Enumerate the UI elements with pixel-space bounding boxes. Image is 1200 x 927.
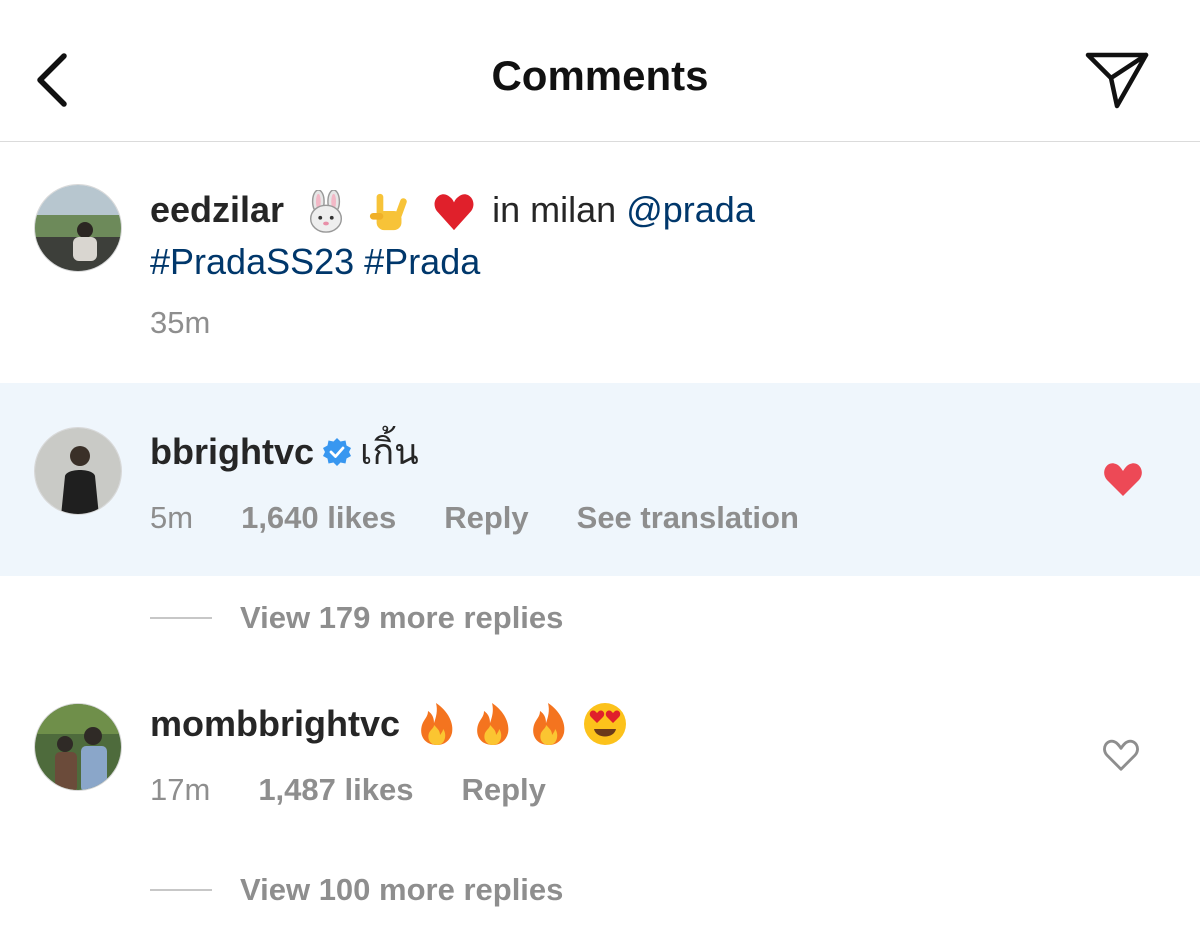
share-button[interactable] [1084, 48, 1150, 112]
fire-icon [421, 703, 453, 745]
avatar-photo-icon [35, 704, 121, 790]
comment-username[interactable]: bbrightvc [150, 426, 314, 478]
view-replies-label: View 179 more replies [240, 600, 564, 635]
caption-timestamp: 35m [150, 305, 211, 340]
comment-username[interactable]: mombbrightvc [150, 698, 400, 750]
reply-thread-line [150, 889, 212, 891]
red-heart-icon [434, 194, 474, 231]
comment-likes-count[interactable]: 1,640 likes [241, 500, 396, 536]
highlighted-comment [0, 383, 1200, 576]
page-title: Comments [491, 52, 709, 99]
avatar-photo-icon [35, 185, 121, 271]
caption-text: eedzilar in milan @prada #PradaSS23 #Pra… [150, 184, 1130, 288]
see-translation-button[interactable]: See translation [577, 500, 799, 536]
caption-meta: 35m [150, 305, 258, 341]
view-replies-button[interactable]: View 100 more replies [150, 872, 563, 908]
mention-link[interactable]: @prada [626, 189, 755, 230]
comment-avatar[interactable] [34, 427, 122, 515]
avatar-photo-icon [35, 428, 121, 514]
comment-body: เกิ้น [360, 431, 419, 472]
reply-thread-line [150, 617, 212, 619]
caption-avatar[interactable] [34, 184, 122, 272]
like-heart-filled-icon[interactable] [1103, 460, 1143, 498]
comment-timestamp: 5m [150, 500, 194, 535]
reply-button[interactable]: Reply [461, 772, 545, 808]
like-heart-outline-icon[interactable] [1102, 737, 1140, 773]
rabbit-face-icon [310, 190, 343, 234]
fire-icon [477, 703, 509, 745]
view-replies-label: View 100 more replies [240, 872, 564, 907]
comment-meta: 5m 1,640 likes Reply See translation [150, 500, 847, 536]
verified-badge-icon [323, 438, 352, 466]
comment-text: bbrightvc เกิ้น [150, 426, 419, 478]
heart-eyes-icon [584, 703, 627, 745]
comment-meta: 17m 1,487 likes Reply [150, 772, 594, 808]
sign-of-the-horns-icon [370, 194, 407, 231]
comment-text: mombbrightvc [150, 698, 628, 750]
reply-button[interactable]: Reply [444, 500, 528, 536]
hashtag-links[interactable]: #PradaSS23 #Prada [150, 241, 480, 282]
caption-username[interactable]: eedzilar [150, 189, 284, 230]
view-replies-button[interactable]: View 179 more replies [150, 600, 563, 636]
comment-timestamp: 17m [150, 772, 211, 807]
caption-body: in milan [492, 189, 617, 230]
comments-header: Comments [0, 0, 1200, 142]
fire-icon [533, 703, 565, 745]
comment-avatar[interactable] [34, 703, 122, 791]
comment-likes-count[interactable]: 1,487 likes [258, 772, 413, 808]
paper-plane-icon [1085, 52, 1149, 109]
